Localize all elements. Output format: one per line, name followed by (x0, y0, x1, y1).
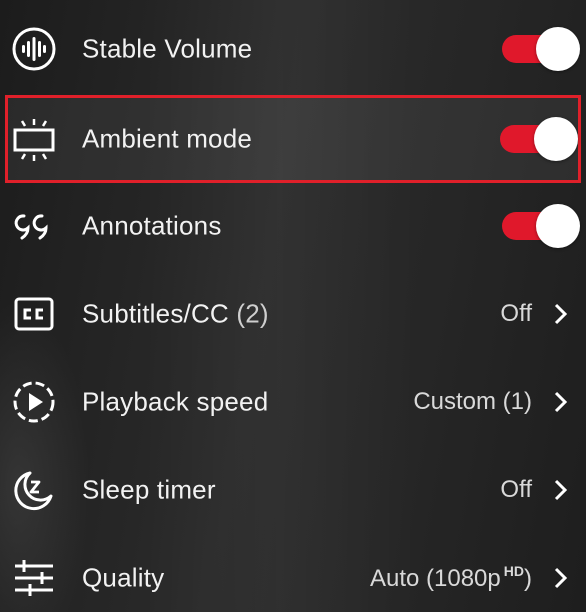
ambient-mode-toggle[interactable] (500, 117, 578, 161)
subtitles-value: Off (500, 300, 532, 327)
menu-item-sleep-timer[interactable]: Sleep timer Off (0, 446, 586, 534)
sleep-timer-value: Off (500, 476, 532, 503)
menu-item-label: Ambient mode (82, 123, 253, 154)
chevron-right-icon (554, 303, 568, 325)
ambient-mode-icon (13, 119, 55, 161)
quality-value: Auto (1080p HD) (369, 563, 532, 592)
menu-item-label: Stable Volume (82, 33, 253, 64)
chevron-right-icon (554, 567, 568, 589)
menu-item-label: Playback speed (82, 386, 269, 417)
settings-menu: Stable Volume Ambient mode Annotations S… (0, 0, 586, 612)
menu-item-quality[interactable]: Quality Auto (1080p HD) (0, 534, 586, 612)
menu-item-ambient-mode[interactable]: Ambient mode (5, 95, 581, 183)
chevron-right-icon (554, 479, 568, 501)
menu-item-label: Quality (82, 562, 165, 593)
toggle-knob (536, 27, 580, 71)
menu-item-subtitles[interactable]: Subtitles/CC (2) Off (0, 270, 586, 358)
closed-captions-icon (14, 297, 54, 331)
quality-settings-icon (15, 560, 53, 596)
playback-speed-value: Custom (1) (413, 388, 532, 415)
stable-volume-icon (12, 27, 56, 71)
toggle-knob (536, 204, 580, 248)
chevron-right-icon (554, 391, 568, 413)
menu-item-stable-volume[interactable]: Stable Volume (0, 5, 586, 93)
menu-item-label: Annotations (82, 210, 222, 241)
menu-item-playback-speed[interactable]: Playback speed Custom (1) (0, 358, 586, 446)
annotations-toggle[interactable] (502, 204, 580, 248)
hd-badge: HD (503, 563, 524, 579)
stable-volume-toggle[interactable] (502, 27, 580, 71)
menu-item-label: Subtitles/CC (2) (82, 298, 269, 329)
annotations-icon (14, 214, 48, 240)
sleep-timer-icon (14, 471, 53, 511)
menu-item-label: Sleep timer (82, 474, 216, 505)
toggle-knob (534, 117, 578, 161)
playback-speed-icon (13, 381, 55, 423)
menu-item-annotations[interactable]: Annotations (0, 182, 586, 270)
subtitles-count: (2) (236, 298, 269, 329)
